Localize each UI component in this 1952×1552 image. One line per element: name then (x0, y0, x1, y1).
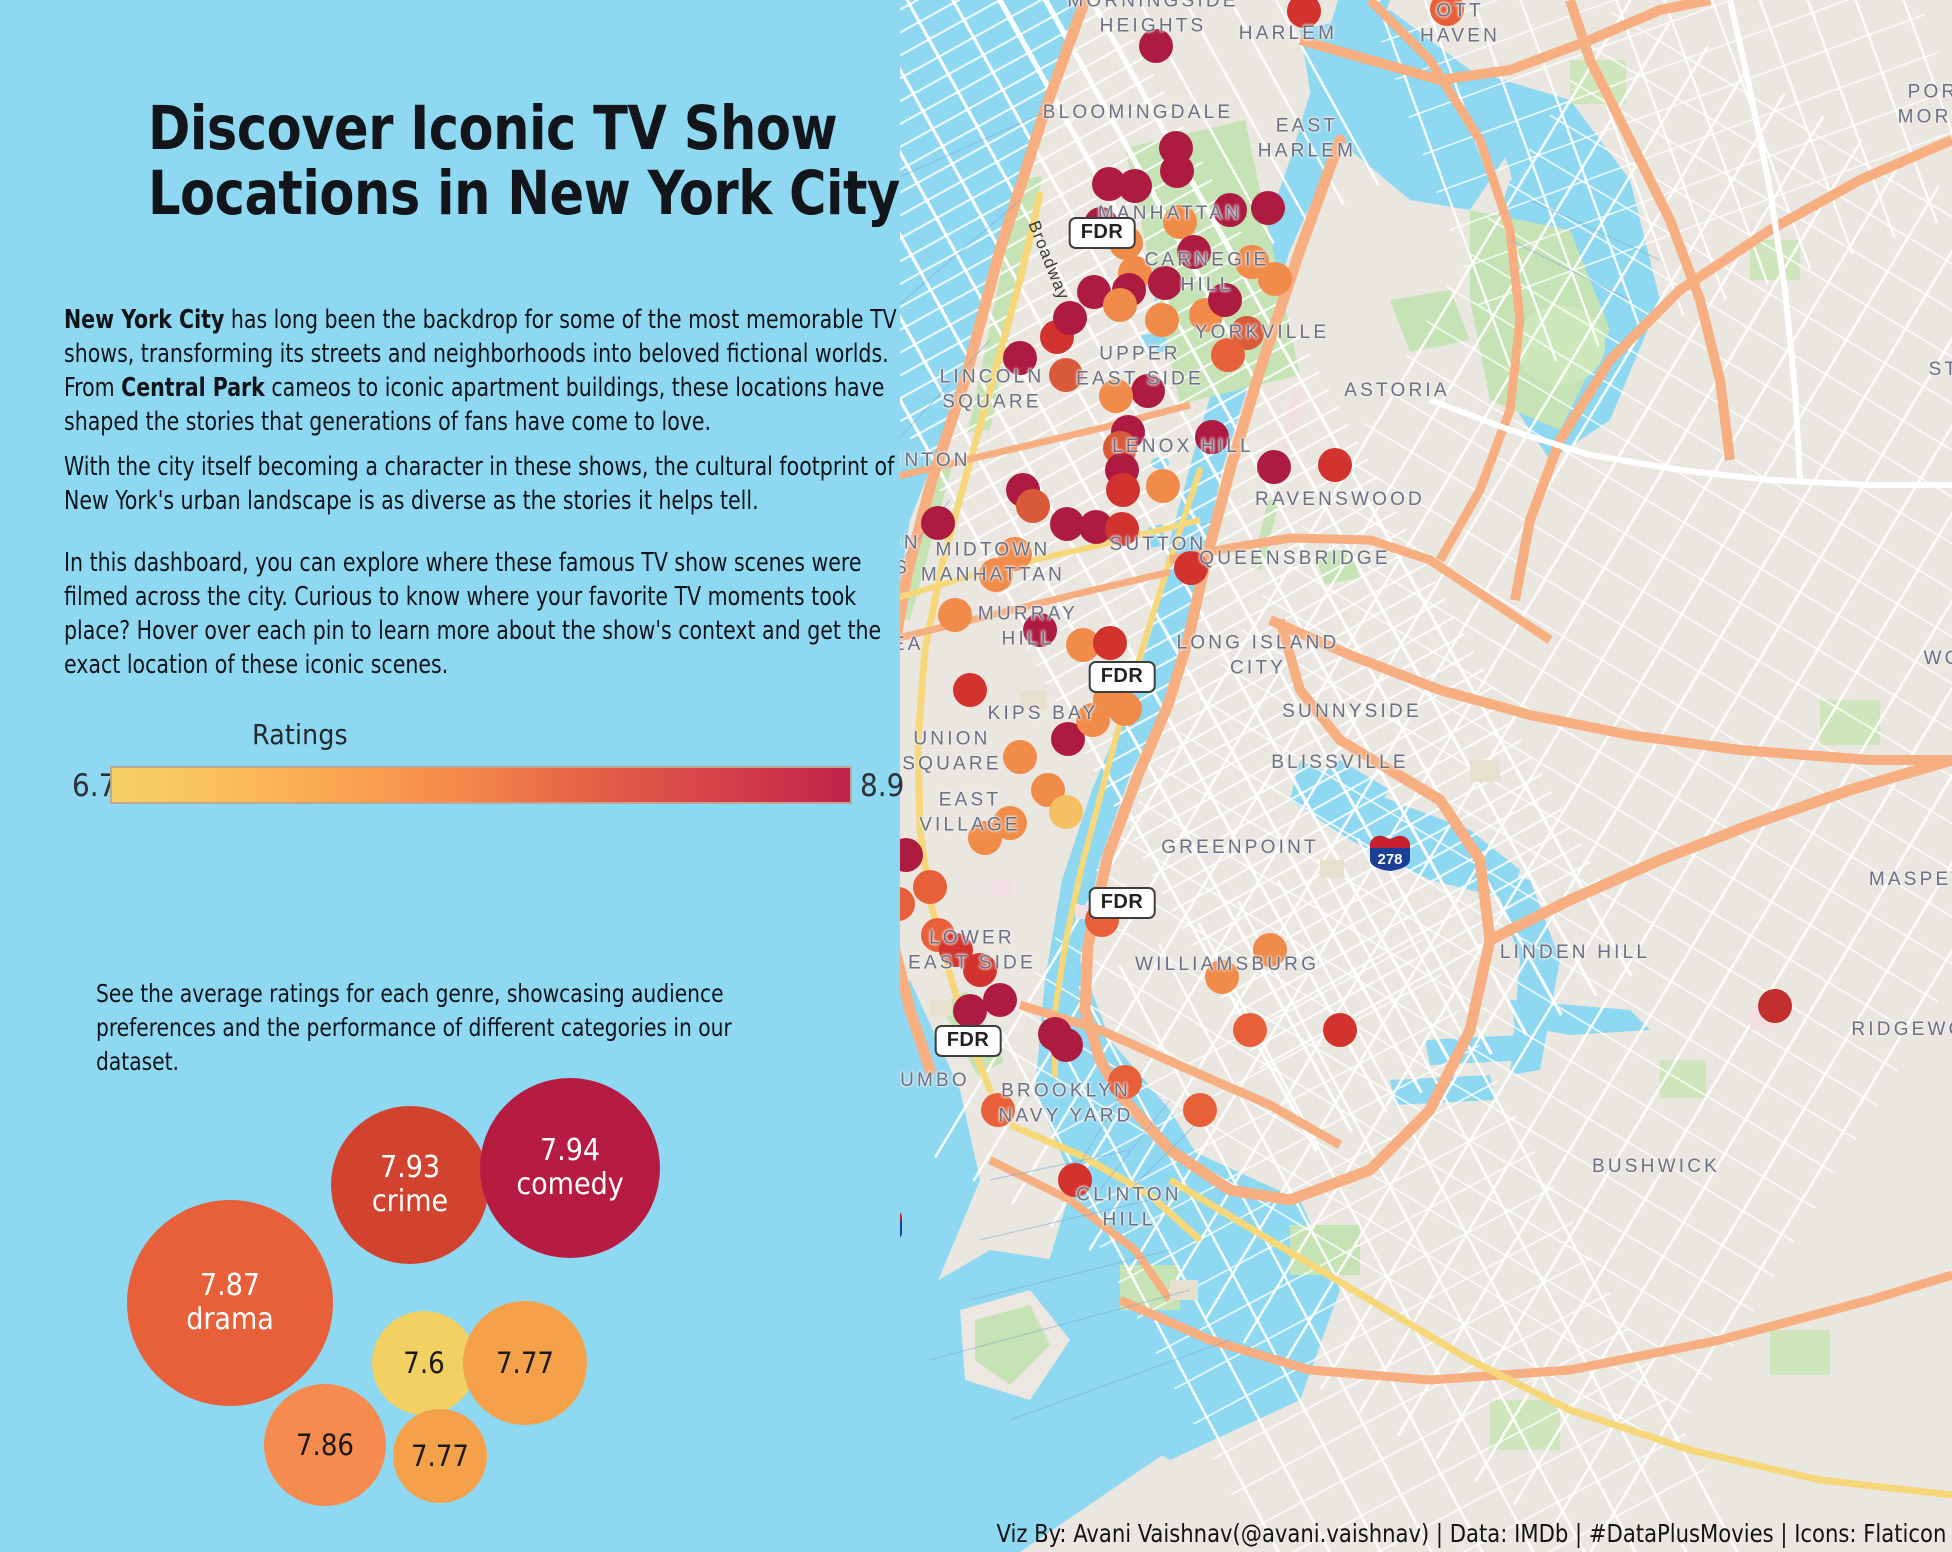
map-pin[interactable] (1108, 692, 1142, 726)
map-pin[interactable] (1139, 29, 1173, 63)
map-pin[interactable] (938, 598, 972, 632)
map-pin[interactable] (1159, 131, 1193, 165)
map-pin[interactable] (1163, 205, 1197, 239)
map-pin[interactable] (1058, 1163, 1092, 1197)
info-panel: Discover Iconic TV Show Locations in New… (0, 0, 904, 1552)
page-title-line-2: Locations in New York City (148, 158, 900, 230)
ratings-legend: Ratings 6.7 8.9 (0, 718, 904, 828)
map-pin[interactable] (979, 558, 1013, 592)
bubble-unlabeled[interactable]: 7.77 (463, 1301, 587, 1425)
highway-shield-fdr: FDR (934, 1025, 1002, 1057)
svg-text:278: 278 (1377, 851, 1402, 868)
bubble-value: 7.86 (295, 1427, 355, 1462)
map-pin[interactable] (1105, 512, 1139, 546)
bubble-unlabeled[interactable]: 7.77 (393, 1409, 487, 1503)
map-pin[interactable] (1211, 338, 1245, 372)
map-pin[interactable] (993, 806, 1027, 840)
bubble-unlabeled[interactable]: 7.6 (372, 1311, 476, 1415)
map-pin[interactable] (913, 870, 947, 904)
map-pin[interactable] (1177, 235, 1211, 269)
map-pin[interactable] (1049, 1028, 1083, 1062)
map-pin[interactable] (1131, 374, 1165, 408)
page-title-line-1: Discover Iconic TV Show (148, 92, 838, 164)
map-pin[interactable] (983, 983, 1017, 1017)
map-pin[interactable] (1023, 613, 1057, 647)
map-pin[interactable] (1208, 283, 1242, 317)
map-pin[interactable] (1106, 473, 1140, 507)
ratings-legend-title: Ratings (252, 718, 348, 751)
map-pin[interactable] (1145, 303, 1179, 337)
bubble-comedy[interactable]: 7.94 comedy (480, 1078, 660, 1258)
bubble-label: drama (186, 1302, 274, 1337)
map-pin[interactable] (1148, 266, 1182, 300)
intro-bold-central-park: Central Park (121, 372, 265, 403)
genre-bubble-chart[interactable]: 7.87 drama 7.93 crime 7.94 comedy 7.6 7.77 7.86 7… (120, 1058, 720, 1506)
ratings-legend-max: 8.9 (860, 768, 905, 804)
bubble-unlabeled[interactable]: 7.86 (264, 1384, 386, 1506)
map-pin[interactable] (1318, 448, 1352, 482)
map-pin[interactable] (1253, 933, 1287, 967)
map-pin[interactable] (1251, 191, 1285, 225)
map-pin[interactable] (1146, 469, 1180, 503)
map-pin[interactable] (1003, 740, 1037, 774)
interstate-shield-icon: 278 (1366, 833, 1414, 873)
map-pin[interactable] (953, 994, 987, 1028)
map-pin[interactable] (1195, 420, 1229, 454)
map-pin[interactable] (1099, 379, 1133, 413)
map-pin[interactable] (1233, 1013, 1267, 1047)
map-pin[interactable] (953, 673, 987, 707)
bubble-value: 7.77 (495, 1345, 555, 1380)
bubble-value: 7.94 (539, 1133, 601, 1169)
bubble-label: comedy (516, 1167, 624, 1202)
bubble-value: 7.77 (410, 1438, 470, 1473)
map-pin[interactable] (1118, 169, 1152, 203)
bubble-label: crime (371, 1184, 449, 1219)
bubble-value: 7.6 (403, 1345, 445, 1380)
map-pin[interactable] (1323, 1013, 1357, 1047)
highway-shield-fdr: FDR (1068, 217, 1136, 249)
map-pin[interactable] (1174, 551, 1208, 585)
intro-paragraph-2: With the city itself becoming a characte… (64, 451, 895, 516)
map-pin[interactable] (1258, 262, 1292, 296)
map-pin[interactable] (1108, 1065, 1142, 1099)
map-pin[interactable] (1257, 450, 1291, 484)
map-pin[interactable] (963, 953, 997, 987)
ratings-color-gradient[interactable] (110, 766, 852, 804)
map-pin[interactable] (1103, 288, 1137, 322)
bubble-value: 7.87 (199, 1268, 261, 1304)
credits-footer: Viz By: Avani Vaishnav(@avani.vaishnav) … (996, 1519, 1947, 1548)
map-pin[interactable] (1016, 489, 1050, 523)
highway-shield-fdr: FDR (1088, 661, 1156, 693)
intro-paragraph-3: In this dashboard, you can explore where… (64, 547, 882, 680)
intro-bold-nyc: New York City (64, 304, 225, 335)
map-pin[interactable] (1003, 341, 1037, 375)
map-pin[interactable] (1758, 989, 1792, 1023)
map-pin[interactable] (1183, 1093, 1217, 1127)
intro-paragraph-1: New York City has long been the backdrop… (64, 303, 914, 440)
bubble-drama[interactable]: 7.87 drama (127, 1200, 333, 1406)
map-pin[interactable] (1213, 193, 1247, 227)
bubble-crime[interactable]: 7.93 crime (331, 1106, 489, 1264)
map-pin[interactable] (1205, 960, 1239, 994)
map-pin[interactable] (1049, 358, 1083, 392)
map-pin[interactable] (1053, 301, 1087, 335)
map-pin[interactable] (1093, 626, 1127, 660)
highway-shield-fdr: FDR (1088, 887, 1156, 919)
map-pin[interactable] (1049, 795, 1083, 829)
bubble-value: 7.93 (379, 1150, 441, 1186)
map-pin[interactable] (921, 506, 955, 540)
map-pin[interactable] (981, 1093, 1015, 1127)
page-title: Discover Iconic TV Show Locations in New… (148, 92, 900, 230)
nyc-map[interactable]: Broadway MORNINGSIDE HEIGHTS HARLEM OTT HAVE… (870, 0, 1952, 1552)
